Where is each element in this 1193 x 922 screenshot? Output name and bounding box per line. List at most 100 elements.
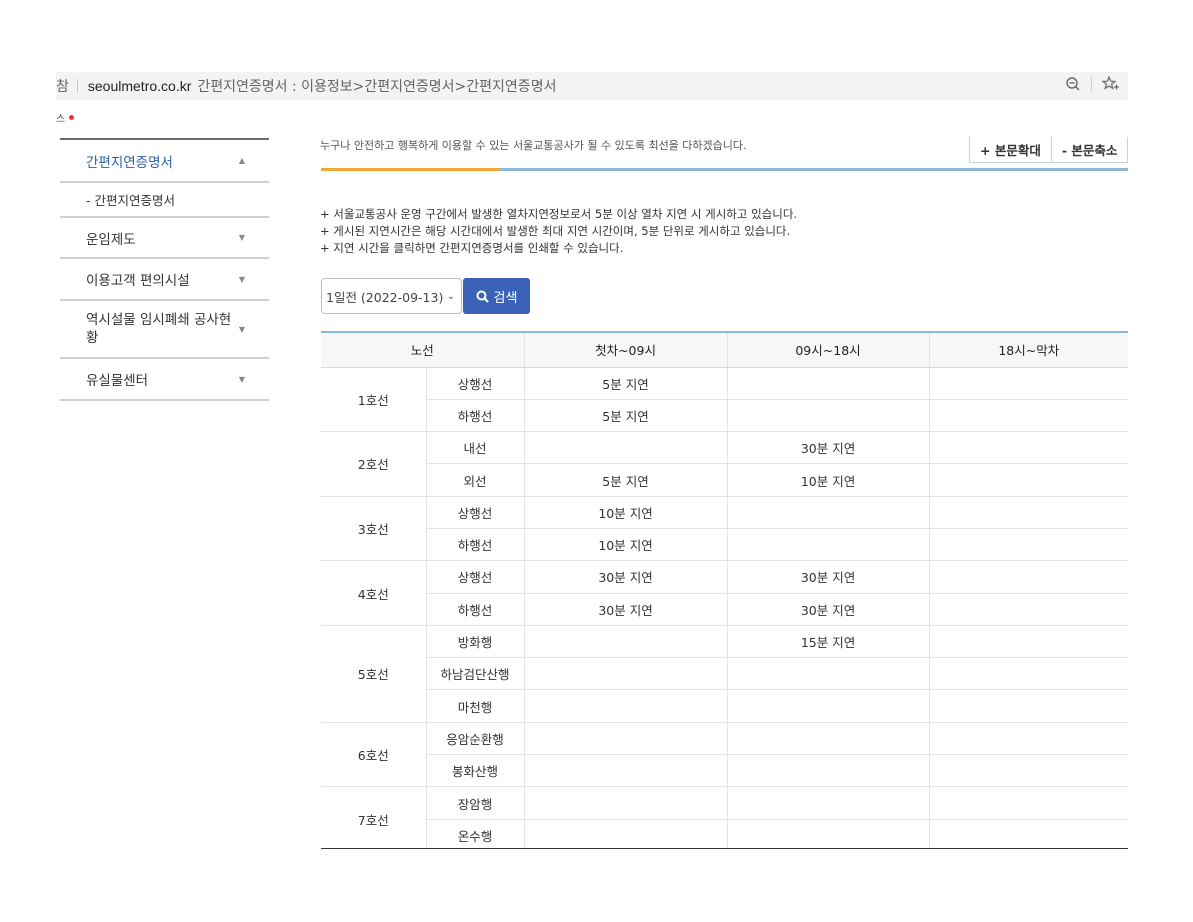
empty-cell [726,657,930,691]
empty-cell [928,657,1128,691]
sidebar-subitem-delay-certificate[interactable]: - 간편지연증명서 [60,183,269,218]
empty-cell [928,593,1128,626]
title-underline-accent [321,168,499,171]
title-underline [321,168,1128,171]
sidebar-item-label: 이용고객 편의시설 [86,273,190,289]
direction-cell: 외선 [425,463,525,497]
chevron-down-icon: ▼ [238,374,245,384]
direction-cell: 상행선 [425,496,525,529]
notice-item: + 지연 시간을 클릭하면 간편지연증명서를 인쇄할 수 있습니다. [320,241,624,255]
date-select[interactable]: 1일전 (2022-09-13) ⌄ [321,278,462,314]
address-page-title: 간편지연증명서 : 이용정보>간편지연증명서>간편지연증명서 [197,79,557,95]
icon-separator [1091,77,1092,91]
bookmark-fragment: 스 [56,110,75,125]
empty-cell [523,754,728,788]
delay-link-cell[interactable]: 30분 지연 [523,593,728,626]
empty-cell [928,819,1128,848]
sidebar: 간편지연증명서 ▲ - 간편지연증명서 운임제도 ▼ 이용고객 편의시설 ▼ 역… [60,138,269,401]
search-row: 1일전 (2022-09-13) ⌄ 검색 [321,278,530,314]
empty-cell [726,722,930,756]
table-row: 마천행 [321,689,1128,723]
sidebar-item-label: 간편지연증명서 [86,154,173,171]
sidebar-subitem-label: - 간편지연증명서 [86,193,175,208]
table-row: 봉화산행 [321,754,1128,788]
empty-cell [523,786,728,820]
text-zoom-in-button[interactable]: + 본문확대 [969,137,1052,163]
line-name-cell: 7호선 [321,786,426,848]
direction-cell: 방화행 [425,625,525,659]
delay-link-cell[interactable]: 5분 지연 [523,367,728,400]
table-row: 하남검단산행 [321,657,1128,691]
zoom-out-icon[interactable] [1065,76,1081,92]
empty-cell [928,431,1128,465]
sidebar-item-label: 유실물센터 [86,373,149,389]
sidebar-item-delay-certificate[interactable]: 간편지연증명서 ▲ [60,138,269,183]
column-header-09-to-18: 09시~18시 [726,333,930,368]
empty-cell [726,819,930,848]
sidebar-item-facilities[interactable]: 이용고객 편의시설 ▼ [60,259,269,301]
search-button-label: 검색 [493,290,518,306]
table-row: 6호선 응암순환행 [321,722,1128,788]
delay-link-cell[interactable]: 10분 지연 [523,528,728,562]
red-dot-icon [69,115,75,120]
table-row: 7호선 장암행 [321,786,1128,848]
address-bar-icons [1065,76,1120,92]
date-select-value: 1일전 (2022-09-13) [326,289,444,305]
search-button[interactable]: 검색 [463,278,530,314]
empty-cell [928,399,1128,433]
table-row: 4호선 상행선 30분 지연 30분 지연 [321,560,1128,626]
line-name-cell: 4호선 [321,560,426,626]
empty-cell [928,754,1128,788]
chevron-down-icon: ▼ [238,274,245,284]
bookmark-fragment-text: 스 [56,114,66,125]
direction-cell: 상행선 [425,367,525,400]
empty-cell [523,431,728,465]
empty-cell [726,689,930,723]
address-bar[interactable]: 참 seoulmetro.co.kr 간편지연증명서 : 이용정보>간편지연증명… [56,72,1128,100]
direction-cell: 온수행 [425,819,525,848]
empty-cell [928,786,1128,820]
column-header-first-to-09: 첫차~09시 [523,333,728,368]
delay-link-cell[interactable]: 5분 지연 [523,399,728,433]
empty-cell [523,657,728,691]
empty-cell [523,819,728,848]
delay-link-cell[interactable]: 10분 지연 [726,463,930,497]
address-domain[interactable]: seoulmetro.co.kr [88,78,191,94]
empty-cell [726,786,930,820]
notice-item: + 서울교통공사 운영 구간에서 발생한 열차지연정보로서 5분 이상 열차 지… [320,207,798,221]
sidebar-item-fare-system[interactable]: 운임제도 ▼ [60,218,269,259]
favorites-star-icon[interactable] [1102,76,1120,92]
empty-cell [928,689,1128,723]
line-name-cell: 1호선 [321,367,426,433]
empty-cell [928,367,1128,400]
sidebar-item-temporary-closure[interactable]: 역시설물 임시폐쇄 공사현황 ▼ [60,301,269,359]
empty-cell [726,367,930,400]
line-name-cell: 3호선 [321,496,426,562]
delay-link-cell[interactable]: 30분 지연 [726,593,930,626]
table-row: 외선 5분 지연 10분 지연 [321,463,1128,497]
empty-cell [726,528,930,562]
column-header-line: 노선 [321,333,525,368]
table-row: 하행선 10분 지연 [321,528,1128,562]
empty-cell [928,722,1128,756]
delay-table-container: 노선 첫차~09시 09시~18시 18시~막차 1호선 상행선 5분 지연 하행선 5… [321,331,1128,849]
empty-cell [523,625,728,659]
table-header-row: 노선 첫차~09시 09시~18시 18시~막차 [321,333,1128,368]
text-zoom-out-button[interactable]: - 본문축소 [1051,137,1129,163]
delay-link-cell[interactable]: 30분 지연 [523,560,728,594]
table-row: 2호선 내선 30분 지연 [321,431,1128,497]
sidebar-item-label: 역시설물 임시폐쇄 공사현황 [86,312,232,346]
direction-cell: 내선 [425,431,525,465]
delay-link-cell[interactable]: 15분 지연 [726,625,930,659]
direction-cell: 하행선 [425,593,525,626]
delay-link-cell[interactable]: 5분 지연 [523,463,728,497]
sidebar-item-lost-and-found[interactable]: 유실물센터 ▼ [60,359,269,401]
empty-cell [928,528,1128,562]
delay-link-cell[interactable]: 10분 지연 [523,496,728,529]
delay-link-cell[interactable]: 30분 지연 [726,431,930,465]
table-row: 하행선 5분 지연 [321,399,1128,433]
delay-link-cell[interactable]: 30분 지연 [726,560,930,594]
table-row: 하행선 30분 지연 30분 지연 [321,593,1128,626]
empty-cell [928,496,1128,529]
empty-cell [928,560,1128,594]
